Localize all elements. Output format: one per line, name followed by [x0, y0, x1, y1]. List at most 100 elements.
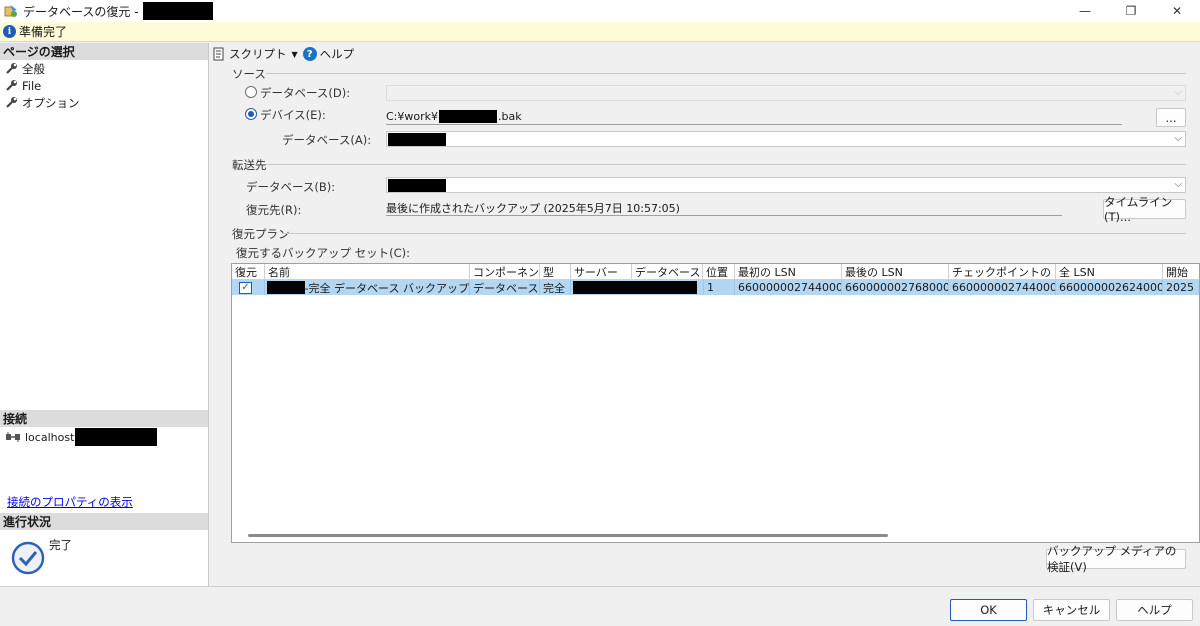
full-lsn-cell: 66000000262400001	[1056, 280, 1163, 295]
wrench-icon	[6, 63, 17, 74]
help-label: ヘルプ	[319, 47, 355, 61]
connection-properties-link[interactable]: 接続のプロパティの表示	[7, 494, 133, 510]
destination-database-label: データベース(B):	[246, 180, 336, 194]
source-database-combo[interactable]: ⌵	[386, 85, 1186, 101]
source-database-radio-label: データベース(D):	[260, 86, 351, 100]
column-header-name[interactable]: 名前	[265, 264, 470, 280]
page-item-label: 全般	[22, 61, 45, 76]
start-cell: 2025	[1163, 280, 1199, 295]
toolbar: スクリプト ▼ ? ヘルプ	[210, 43, 354, 65]
table-row[interactable]: ✓ -完全 データベース バックアップ データベース 完全 1 66000000…	[232, 280, 1199, 295]
redacted-destination-db	[388, 178, 446, 192]
backup-sets-label: 復元するバックアップ セット(C):	[236, 246, 411, 260]
redacted-database-name	[142, 2, 213, 20]
timeline-button[interactable]: タイムライン(T)...	[1103, 195, 1186, 224]
progress-status: 完了	[49, 538, 72, 552]
backup-sets-grid: 復元 名前 コンポーネント 型 サーバー データベース 位置 最初の LSN 最…	[231, 263, 1200, 543]
script-icon	[213, 47, 224, 61]
source-database-label: データベース(A):	[282, 133, 372, 147]
source-db-select[interactable]: ⌵	[386, 131, 1186, 147]
wrench-icon	[6, 80, 17, 91]
first-lsn-cell: 66000000274400001	[735, 280, 842, 295]
horizontal-scrollbar[interactable]	[248, 534, 888, 537]
script-button[interactable]: スクリプト ▼	[210, 46, 303, 62]
restore-window-button[interactable]: ❐	[1108, 0, 1154, 22]
browse-device-button[interactable]: ...	[1156, 108, 1186, 127]
help-button[interactable]: ヘルプ	[1116, 599, 1193, 621]
page-item-file[interactable]: File	[0, 77, 208, 94]
column-header-type[interactable]: 型	[540, 264, 571, 280]
column-header-last-lsn[interactable]: 最後の LSN	[842, 264, 949, 280]
destination-group-label: 転送先	[232, 158, 267, 172]
column-header-full-lsn[interactable]: 全 LSN	[1056, 264, 1163, 280]
help-toolbar-button[interactable]: ? ヘルプ	[302, 46, 355, 62]
source-device-radio-label: デバイス(E):	[260, 108, 326, 122]
source-database-radio[interactable]	[245, 86, 257, 98]
chevron-down-icon: ⌵	[1174, 133, 1182, 144]
destination-db-select[interactable]: ⌵	[386, 177, 1186, 193]
chevron-down-icon[interactable]: ▼	[292, 50, 298, 59]
connection-server: localhost	[25, 430, 75, 444]
column-header-checkpoint-lsn[interactable]: チェックポイントの LSN	[949, 264, 1056, 280]
column-header-component[interactable]: コンポーネント	[470, 264, 540, 280]
restore-plan-group-label: 復元プラン	[232, 227, 290, 241]
column-header-database[interactable]: データベース	[632, 264, 703, 280]
redacted-source-db	[388, 132, 446, 146]
restore-to-field[interactable]: 最後に作成されたバックアップ (2025年5月7日 10:57:05)	[386, 200, 1062, 216]
page-item-options[interactable]: オプション	[0, 94, 208, 111]
wrench-icon	[6, 97, 17, 108]
server-connection-icon	[6, 432, 20, 442]
status-bar: i 準備完了	[0, 22, 1200, 42]
ok-button[interactable]: OK	[950, 599, 1027, 621]
verify-backup-media-button[interactable]: バックアップ メディアの検証(V)	[1046, 544, 1186, 574]
chevron-down-icon: ⌵	[1174, 87, 1182, 98]
bottom-bar: OK キャンセル ヘルプ	[0, 586, 1200, 626]
device-path-suffix: .bak	[498, 110, 522, 123]
component-cell: データベース	[470, 280, 540, 295]
restore-database-icon	[4, 4, 18, 18]
left-pane: ページの選択 全般 File オプション 接続 localhost 接続のプロパ…	[0, 43, 209, 586]
help-icon: ?	[302, 47, 317, 61]
cancel-button[interactable]: キャンセル	[1033, 599, 1110, 621]
select-page-header: ページの選択	[0, 43, 208, 60]
checkpoint-lsn-cell: 66000000274400001	[949, 280, 1056, 295]
minimize-button[interactable]: —	[1062, 0, 1108, 22]
source-device-radio[interactable]	[245, 108, 257, 120]
page-item-label: File	[22, 78, 42, 93]
redacted-backup-file	[439, 110, 498, 123]
type-cell: 完全	[540, 280, 571, 295]
device-path-prefix: C:¥work¥	[386, 110, 439, 123]
restore-cell: ✓	[232, 280, 265, 295]
main-pane: スクリプト ▼ ? ヘルプ ソース データベース(D): ⌵ デバイス(E): …	[210, 43, 1200, 586]
status-text: 準備完了	[19, 25, 68, 39]
device-path-field[interactable]: C:¥work¥ .bak	[386, 109, 1122, 125]
grid-header: 復元 名前 コンポーネント 型 サーバー データベース 位置 最初の LSN 最…	[232, 264, 1199, 280]
progress-header: 進行状況	[0, 513, 208, 530]
restore-checkbox[interactable]: ✓	[239, 281, 252, 294]
checkmark-icon	[11, 541, 45, 575]
title-bar: データベースの復元 - — ❐ ✕	[0, 0, 1200, 22]
server-database-cell	[571, 280, 703, 295]
column-header-restore[interactable]: 復元	[232, 264, 265, 280]
chevron-down-icon: ⌵	[1174, 179, 1182, 190]
column-header-start[interactable]: 開始	[1163, 264, 1199, 280]
name-cell: -完全 データベース バックアップ	[265, 280, 470, 295]
position-cell: 1	[703, 280, 735, 295]
column-header-first-lsn[interactable]: 最初の LSN	[735, 264, 842, 280]
divider	[266, 73, 1186, 74]
redacted-connection-user	[75, 428, 158, 446]
last-lsn-cell: 66000000276800001	[842, 280, 949, 295]
restore-to-label: 復元先(R):	[246, 203, 302, 217]
source-group-label: ソース	[232, 67, 266, 81]
info-icon: i	[3, 25, 16, 38]
window-title: データベースの復元 -	[23, 4, 139, 19]
column-header-position[interactable]: 位置	[703, 264, 735, 280]
close-button[interactable]: ✕	[1154, 0, 1200, 22]
page-item-label: オプション	[22, 95, 80, 110]
connection-header: 接続	[0, 410, 208, 427]
column-header-server[interactable]: サーバー	[571, 264, 632, 280]
connection-row: localhost	[0, 427, 158, 447]
page-item-general[interactable]: 全般	[0, 60, 208, 77]
redacted-server-and-database	[573, 281, 697, 294]
name-suffix: -完全 データベース バックアップ	[304, 281, 469, 295]
